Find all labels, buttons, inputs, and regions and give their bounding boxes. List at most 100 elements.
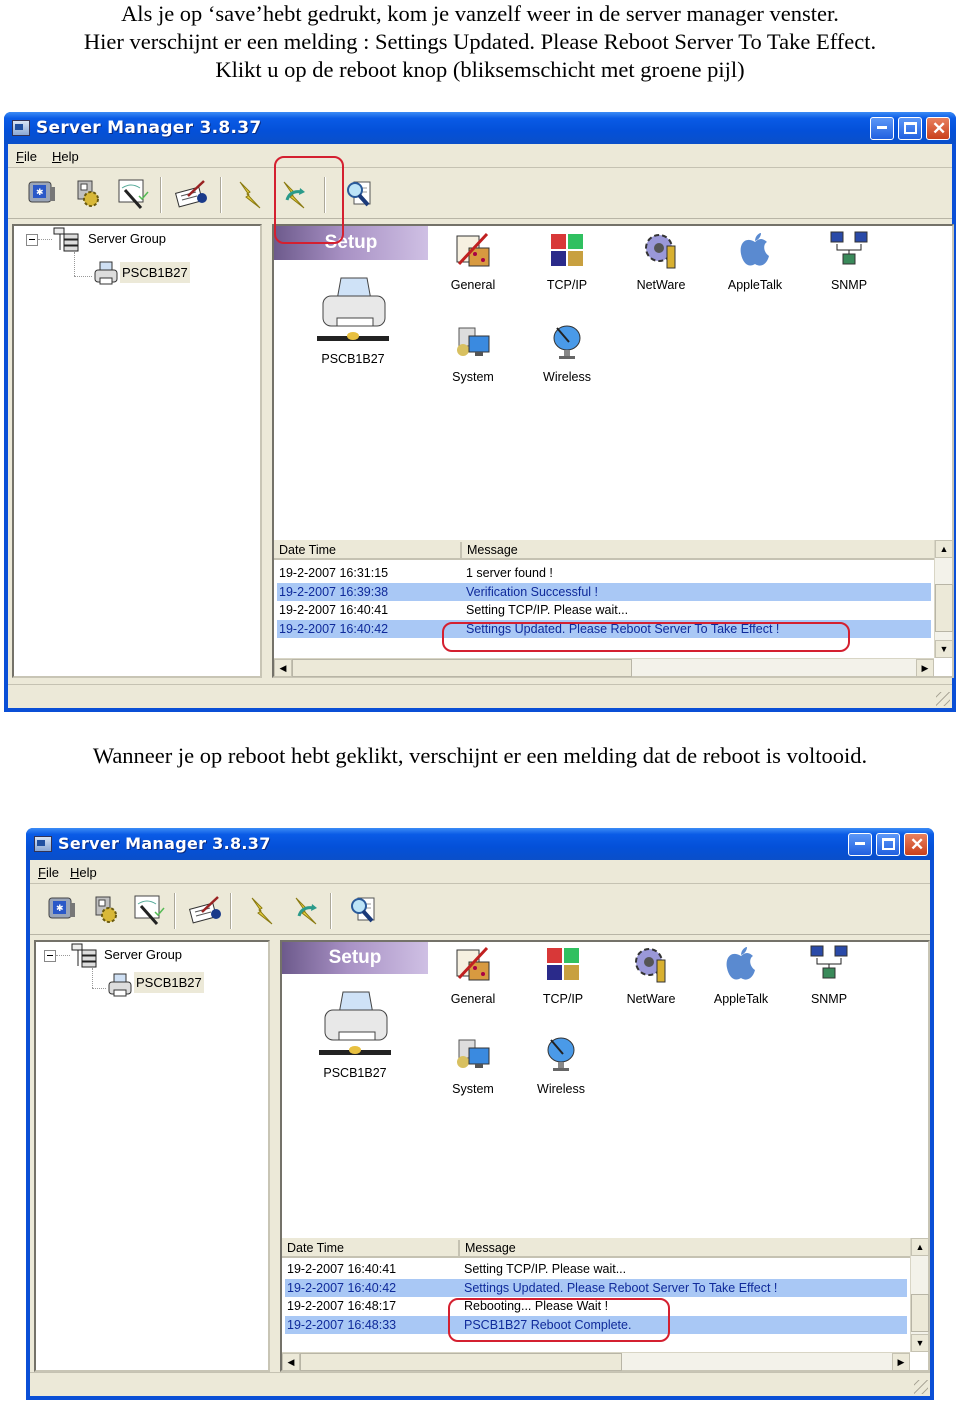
toolbar-separator xyxy=(330,893,332,929)
general-settings-icon xyxy=(456,232,490,267)
wizard-icon xyxy=(134,895,165,925)
tree-collapse-toggle[interactable] xyxy=(26,234,38,246)
tree-node-server-group[interactable]: Server Group xyxy=(88,231,166,246)
setup-item-wireless[interactable]: Wireless xyxy=(522,322,612,384)
column-header-datetime[interactable]: Date Time xyxy=(282,1240,460,1258)
toolbar-reboot-button[interactable] xyxy=(276,177,312,211)
toolbar-wizard-button[interactable] xyxy=(116,177,152,211)
resize-grip[interactable] xyxy=(936,692,950,706)
toolbar-settings-button[interactable] xyxy=(88,893,124,927)
scroll-down-button[interactable]: ▼ xyxy=(911,1334,929,1352)
toolbar-configure-button[interactable] xyxy=(188,893,224,927)
setup-item-label: TCP/IP xyxy=(542,992,584,1006)
log-row[interactable]: 19-2-2007 16:40:42 Settings Updated. Plea… xyxy=(277,619,931,638)
log-datetime: 19-2-2007 16:40:42 xyxy=(279,621,389,636)
menu-help[interactable]: Help xyxy=(70,865,97,880)
log-row[interactable]: 19-2-2007 16:31:15 1 server found ! xyxy=(277,564,931,582)
scroll-thumb[interactable] xyxy=(292,659,632,677)
lightning-reboot-icon xyxy=(283,181,305,209)
server-manager-window-2: Server Manager 3.8.37 ✕ File Help ✱ Serv… xyxy=(26,828,934,1400)
scroll-down-button[interactable]: ▼ xyxy=(935,640,953,658)
toolbar-search-button[interactable]: ✱ xyxy=(24,177,60,211)
toolbar-find-button[interactable] xyxy=(342,177,378,211)
magnifier-document-icon xyxy=(347,181,371,207)
toolbar-settings-button[interactable] xyxy=(70,177,106,211)
vertical-scrollbar[interactable]: ▲ ▼ xyxy=(910,1238,929,1352)
log-header: Date Time Message xyxy=(282,1238,910,1258)
scroll-right-button[interactable]: ▶ xyxy=(892,1353,910,1371)
scroll-left-button[interactable]: ◀ xyxy=(274,659,292,677)
setup-item-general[interactable]: General xyxy=(428,944,518,1006)
setup-item-system[interactable]: System xyxy=(428,322,518,384)
scroll-up-button[interactable]: ▲ xyxy=(911,1238,929,1256)
appletalk-icon xyxy=(726,947,755,980)
log-row[interactable]: 19-2-2007 16:48:33 PSCB1B27 Reboot Comple… xyxy=(285,1315,907,1334)
column-header-message[interactable]: Message xyxy=(462,542,934,560)
horizontal-scrollbar[interactable]: ◀ ▶ xyxy=(282,1352,910,1371)
log-row[interactable]: 19-2-2007 16:40:42 Settings Updated. Plea… xyxy=(285,1278,907,1297)
log-message: Verification Successful ! xyxy=(466,584,599,599)
log-row[interactable]: 19-2-2007 16:40:41 Setting TCP/IP. Please… xyxy=(277,601,931,619)
setup-banner: Setup xyxy=(282,942,428,974)
vertical-scrollbar[interactable]: ▲ ▼ xyxy=(934,540,953,658)
toolbar-separator xyxy=(174,893,176,929)
server-tree: Server Group PSCB1B27 xyxy=(12,224,262,678)
setup-item-netware[interactable]: NetWare xyxy=(616,230,706,292)
minimize-button[interactable] xyxy=(870,117,894,140)
log-datetime: 19-2-2007 16:48:17 xyxy=(287,1299,397,1313)
horizontal-scrollbar[interactable]: ◀ ▶ xyxy=(274,658,934,677)
close-button[interactable]: ✕ xyxy=(904,833,928,856)
title-bar[interactable]: Server Manager 3.8.37 ✕ xyxy=(26,828,934,860)
scroll-thumb[interactable] xyxy=(911,1294,929,1332)
scroll-up-button[interactable]: ▲ xyxy=(935,540,953,558)
log-row[interactable]: 19-2-2007 16:40:41 Setting TCP/IP. Please… xyxy=(285,1260,907,1278)
setup-item-tcpip[interactable]: TCP/IP xyxy=(522,230,612,292)
toolbar-reset-button[interactable] xyxy=(232,177,268,211)
setup-item-general[interactable]: General xyxy=(428,230,518,292)
maximize-button[interactable] xyxy=(898,117,922,140)
tree-collapse-toggle[interactable] xyxy=(44,950,56,962)
toolbar-reboot-button[interactable] xyxy=(288,893,324,927)
svg-text:✱: ✱ xyxy=(56,903,64,913)
toolbar-configure-button[interactable] xyxy=(174,177,210,211)
setup-item-netware[interactable]: NetWare xyxy=(606,944,696,1006)
log-datetime: 19-2-2007 16:31:15 xyxy=(279,566,389,580)
title-bar[interactable]: Server Manager 3.8.37 ✕ xyxy=(4,112,956,144)
device-node[interactable]: PSCB1B27 xyxy=(310,988,400,1080)
minimize-button[interactable] xyxy=(848,833,872,856)
setup-item-appletalk[interactable]: AppleTalk xyxy=(710,230,800,292)
monitor-icon: ✱ xyxy=(28,181,55,203)
menu-help[interactable]: Help xyxy=(52,149,79,164)
setup-item-snmp[interactable]: SNMP xyxy=(804,230,894,292)
toolbar-reset-button[interactable] xyxy=(244,893,280,927)
setup-item-wireless[interactable]: Wireless xyxy=(516,1034,606,1096)
log-row[interactable]: 19-2-2007 16:48:17 Rebooting... Please Wa… xyxy=(285,1297,907,1315)
setup-item-appletalk[interactable]: AppleTalk xyxy=(696,944,786,1006)
scroll-left-button[interactable]: ◀ xyxy=(282,1353,300,1371)
printer-icon xyxy=(108,973,132,997)
log-row[interactable]: 19-2-2007 16:39:38 Verification Successfu… xyxy=(277,582,931,601)
tree-node-server-group[interactable]: Server Group xyxy=(104,947,182,962)
setup-item-label: Wireless xyxy=(543,370,591,384)
menu-file[interactable]: File xyxy=(16,149,37,164)
setup-item-snmp[interactable]: SNMP xyxy=(784,944,874,1006)
toolbar-find-button[interactable] xyxy=(346,893,382,927)
column-header-datetime[interactable]: Date Time xyxy=(274,542,462,560)
resize-grip[interactable] xyxy=(914,1380,928,1394)
toolbar-search-button[interactable]: ✱ xyxy=(44,893,80,927)
setup-pane: Setup PSCB1B27 General TCP/IP NetWare Ap… xyxy=(280,940,930,1372)
scroll-thumb[interactable] xyxy=(300,1353,622,1371)
close-button[interactable]: ✕ xyxy=(926,117,950,140)
tree-node-device[interactable]: PSCB1B27 xyxy=(134,972,204,993)
menu-file[interactable]: File xyxy=(38,865,59,880)
maximize-button[interactable] xyxy=(876,833,900,856)
toolbar-wizard-button[interactable] xyxy=(132,893,168,927)
log-message: Rebooting... Please Wait ! xyxy=(464,1299,609,1313)
column-header-message[interactable]: Message xyxy=(460,1240,910,1258)
device-node[interactable]: PSCB1B27 xyxy=(308,274,398,366)
setup-item-system[interactable]: System xyxy=(428,1034,518,1096)
tree-node-device[interactable]: PSCB1B27 xyxy=(120,262,190,283)
setup-item-tcpip[interactable]: TCP/IP xyxy=(518,944,608,1006)
scroll-right-button[interactable]: ▶ xyxy=(916,659,934,677)
scroll-thumb[interactable] xyxy=(935,584,953,632)
